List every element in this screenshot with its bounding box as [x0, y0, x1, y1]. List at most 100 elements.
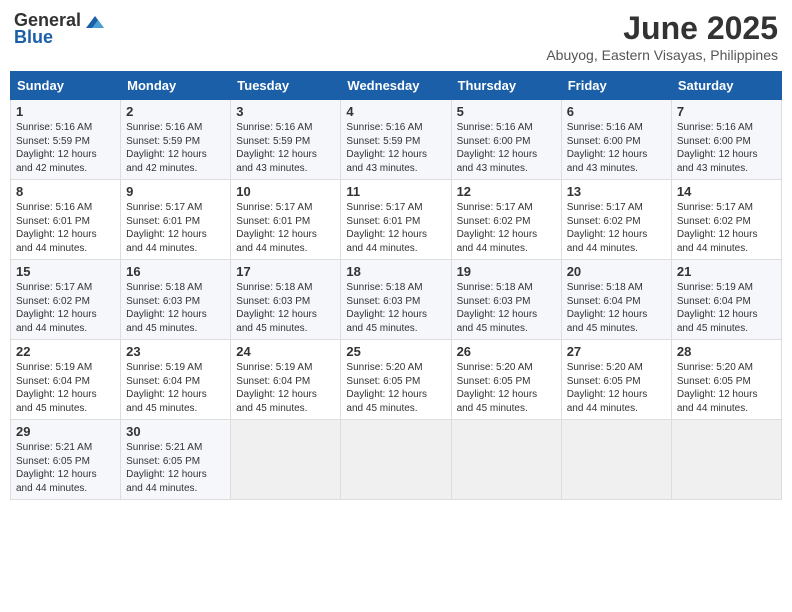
table-cell: 18 Sunrise: 5:18 AMSunset: 6:03 PMDayligh…: [341, 260, 451, 340]
logo-icon: [84, 14, 106, 30]
cell-content: Sunrise: 5:16 AMSunset: 6:00 PMDaylight:…: [567, 121, 666, 175]
table-cell: 21 Sunrise: 5:19 AMSunset: 6:04 PMDayligh…: [671, 260, 781, 340]
day-number: 3: [236, 104, 335, 119]
day-number: 22: [16, 344, 115, 359]
day-number: 13: [567, 184, 666, 199]
cell-content: Sunrise: 5:20 AMSunset: 6:05 PMDaylight:…: [346, 361, 445, 415]
day-number: 5: [457, 104, 556, 119]
cell-content: Sunrise: 5:19 AMSunset: 6:04 PMDaylight:…: [677, 281, 776, 335]
header: General Blue June 2025 Abuyog, Eastern V…: [10, 10, 782, 63]
table-cell: 28 Sunrise: 5:20 AMSunset: 6:05 PMDayligh…: [671, 340, 781, 420]
logo-blue-text: Blue: [14, 27, 53, 48]
day-number: 29: [16, 424, 115, 439]
location-title: Abuyog, Eastern Visayas, Philippines: [546, 47, 778, 63]
day-number: 2: [126, 104, 225, 119]
table-cell: 15Sunrise: 5:17 AMSunset: 6:02 PMDayligh…: [11, 260, 121, 340]
day-number: 1: [16, 104, 115, 119]
calendar-week-row: 8 Sunrise: 5:16 AMSunset: 6:01 PMDaylight…: [11, 180, 782, 260]
day-number: 21: [677, 264, 776, 279]
day-number: 16: [126, 264, 225, 279]
table-cell: 9 Sunrise: 5:17 AMSunset: 6:01 PMDaylight…: [121, 180, 231, 260]
table-cell: [451, 420, 561, 500]
col-monday: Monday: [121, 72, 231, 100]
cell-content: Sunrise: 5:21 AMSunset: 6:05 PMDaylight:…: [126, 441, 225, 495]
cell-content: Sunrise: 5:18 AMSunset: 6:03 PMDaylight:…: [236, 281, 335, 335]
table-cell: 17 Sunrise: 5:18 AMSunset: 6:03 PMDayligh…: [231, 260, 341, 340]
calendar-header-row: Sunday Monday Tuesday Wednesday Thursday…: [11, 72, 782, 100]
table-cell: 12 Sunrise: 5:17 AMSunset: 6:02 PMDayligh…: [451, 180, 561, 260]
col-tuesday: Tuesday: [231, 72, 341, 100]
day-number: 15: [16, 264, 115, 279]
day-number: 19: [457, 264, 556, 279]
day-number: 17: [236, 264, 335, 279]
day-number: 26: [457, 344, 556, 359]
calendar: Sunday Monday Tuesday Wednesday Thursday…: [10, 71, 782, 500]
table-cell: 30 Sunrise: 5:21 AMSunset: 6:05 PMDayligh…: [121, 420, 231, 500]
col-sunday: Sunday: [11, 72, 121, 100]
cell-content: Sunrise: 5:17 AMSunset: 6:01 PMDaylight:…: [236, 201, 335, 255]
day-number: 9: [126, 184, 225, 199]
cell-content: Sunrise: 5:19 AMSunset: 6:04 PMDaylight:…: [126, 361, 225, 415]
table-cell: 27 Sunrise: 5:20 AMSunset: 6:05 PMDayligh…: [561, 340, 671, 420]
table-cell: [671, 420, 781, 500]
cell-content: Sunrise: 5:16 AMSunset: 5:59 PMDaylight:…: [346, 121, 445, 175]
day-number: 20: [567, 264, 666, 279]
table-cell: 16 Sunrise: 5:18 AMSunset: 6:03 PMDayligh…: [121, 260, 231, 340]
table-cell: 24 Sunrise: 5:19 AMSunset: 6:04 PMDayligh…: [231, 340, 341, 420]
cell-content: Sunrise: 5:17 AMSunset: 6:02 PMDaylight:…: [457, 201, 556, 255]
table-cell: 3Sunrise: 5:16 AMSunset: 5:59 PMDaylight…: [231, 100, 341, 180]
table-cell: 10 Sunrise: 5:17 AMSunset: 6:01 PMDayligh…: [231, 180, 341, 260]
table-cell: 25 Sunrise: 5:20 AMSunset: 6:05 PMDayligh…: [341, 340, 451, 420]
day-number: 7: [677, 104, 776, 119]
col-thursday: Thursday: [451, 72, 561, 100]
table-cell: 26 Sunrise: 5:20 AMSunset: 6:05 PMDayligh…: [451, 340, 561, 420]
cell-content: Sunrise: 5:16 AMSunset: 6:00 PMDaylight:…: [457, 121, 556, 175]
day-number: 28: [677, 344, 776, 359]
cell-content: Sunrise: 5:20 AMSunset: 6:05 PMDaylight:…: [567, 361, 666, 415]
day-number: 25: [346, 344, 445, 359]
cell-content: Sunrise: 5:16 AMSunset: 5:59 PMDaylight:…: [16, 121, 115, 175]
table-cell: [341, 420, 451, 500]
cell-content: Sunrise: 5:18 AMSunset: 6:03 PMDaylight:…: [126, 281, 225, 335]
col-wednesday: Wednesday: [341, 72, 451, 100]
table-cell: 22 Sunrise: 5:19 AMSunset: 6:04 PMDayligh…: [11, 340, 121, 420]
cell-content: Sunrise: 5:16 AMSunset: 6:01 PMDaylight:…: [16, 201, 115, 255]
cell-content: Sunrise: 5:18 AMSunset: 6:03 PMDaylight:…: [346, 281, 445, 335]
table-cell: 13Sunrise: 5:17 AMSunset: 6:02 PMDayligh…: [561, 180, 671, 260]
day-number: 12: [457, 184, 556, 199]
table-cell: 1 Sunrise: 5:16 AMSunset: 5:59 PMDaylight…: [11, 100, 121, 180]
cell-content: Sunrise: 5:16 AMSunset: 6:00 PMDaylight:…: [677, 121, 776, 175]
table-cell: [231, 420, 341, 500]
day-number: 6: [567, 104, 666, 119]
month-title: June 2025: [546, 10, 778, 47]
cell-content: Sunrise: 5:19 AMSunset: 6:04 PMDaylight:…: [236, 361, 335, 415]
day-number: 11: [346, 184, 445, 199]
calendar-week-row: 15Sunrise: 5:17 AMSunset: 6:02 PMDayligh…: [11, 260, 782, 340]
table-cell: 14 Sunrise: 5:17 AMSunset: 6:02 PMDayligh…: [671, 180, 781, 260]
table-cell: 11 Sunrise: 5:17 AMSunset: 6:01 PMDayligh…: [341, 180, 451, 260]
cell-content: Sunrise: 5:20 AMSunset: 6:05 PMDaylight:…: [677, 361, 776, 415]
calendar-week-row: 22 Sunrise: 5:19 AMSunset: 6:04 PMDayligh…: [11, 340, 782, 420]
day-number: 27: [567, 344, 666, 359]
day-number: 18: [346, 264, 445, 279]
cell-content: Sunrise: 5:17 AMSunset: 6:01 PMDaylight:…: [346, 201, 445, 255]
day-number: 24: [236, 344, 335, 359]
logo: General Blue: [14, 10, 106, 48]
cell-content: Sunrise: 5:17 AMSunset: 6:01 PMDaylight:…: [126, 201, 225, 255]
day-number: 8: [16, 184, 115, 199]
day-number: 30: [126, 424, 225, 439]
table-cell: 29Sunrise: 5:21 AMSunset: 6:05 PMDayligh…: [11, 420, 121, 500]
cell-content: Sunrise: 5:20 AMSunset: 6:05 PMDaylight:…: [457, 361, 556, 415]
table-cell: 4Sunrise: 5:16 AMSunset: 5:59 PMDaylight…: [341, 100, 451, 180]
day-number: 14: [677, 184, 776, 199]
cell-content: Sunrise: 5:17 AMSunset: 6:02 PMDaylight:…: [677, 201, 776, 255]
table-cell: 2 Sunrise: 5:16 AMSunset: 5:59 PMDaylight…: [121, 100, 231, 180]
table-cell: 19 Sunrise: 5:18 AMSunset: 6:03 PMDayligh…: [451, 260, 561, 340]
cell-content: Sunrise: 5:18 AMSunset: 6:03 PMDaylight:…: [457, 281, 556, 335]
title-area: June 2025 Abuyog, Eastern Visayas, Phili…: [546, 10, 778, 63]
cell-content: Sunrise: 5:19 AMSunset: 6:04 PMDaylight:…: [16, 361, 115, 415]
calendar-week-row: 1 Sunrise: 5:16 AMSunset: 5:59 PMDaylight…: [11, 100, 782, 180]
day-number: 23: [126, 344, 225, 359]
day-number: 10: [236, 184, 335, 199]
cell-content: Sunrise: 5:16 AMSunset: 5:59 PMDaylight:…: [126, 121, 225, 175]
